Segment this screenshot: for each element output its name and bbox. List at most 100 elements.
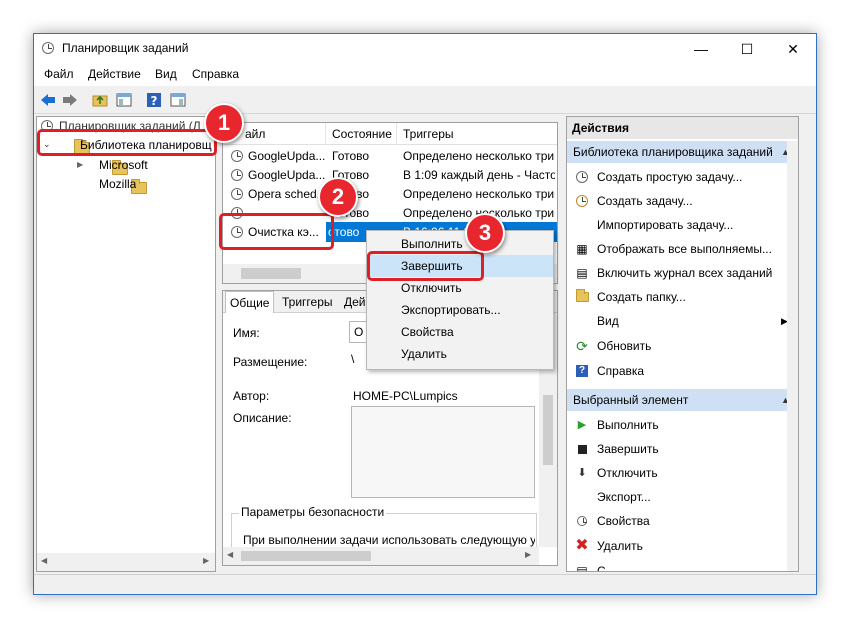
scroll-left-arrow-icon[interactable]: ◀ [227, 550, 233, 559]
svg-text:?: ? [151, 94, 158, 108]
task-clock-icon [231, 150, 243, 162]
name-label: Имя: [233, 326, 260, 340]
disable-arrow-icon: ⬇ [577, 467, 587, 479]
stop-icon [575, 442, 589, 456]
section-library-header[interactable]: Библиотека планировщика заданий ▲ [567, 141, 798, 163]
column-divider [396, 123, 397, 145]
action-more[interactable]: ▤ С [567, 559, 797, 572]
task-clock-icon [231, 169, 243, 181]
more-icon: ▤ [576, 564, 588, 572]
action-enable-history[interactable]: ▤ Включить журнал всех заданий [567, 261, 797, 285]
action-delete[interactable]: ✖ Удалить [567, 534, 797, 558]
author-value: HOME-PC\Lumpics [353, 389, 458, 403]
security-text: При выполнении задачи использовать следу… [243, 533, 535, 547]
scroll-right-arrow-icon[interactable]: ▶ [525, 550, 531, 559]
action-view[interactable]: Вид ▶ [567, 309, 797, 333]
task-scheduler-window: Планировщик заданий — ☐ ✕ Файл Действие … [33, 33, 817, 595]
table-row[interactable]: GoogleUpda... Готово В 1:09 каждый день … [223, 165, 557, 185]
running-tasks-icon: ▦ [576, 242, 588, 256]
action-help[interactable]: ? Справка [567, 359, 797, 383]
table-row[interactable]: GoogleUpda... Готово Определено нескольк… [223, 146, 557, 166]
action-end[interactable]: Завершить [567, 437, 797, 461]
menu-help[interactable]: Справка [192, 67, 239, 81]
tree-horizontal-scrollbar[interactable]: ◀ ▶ [37, 553, 215, 571]
delete-x-icon: ✖ [575, 537, 589, 554]
action-create-task[interactable]: Создать задачу... [567, 189, 797, 213]
author-label: Автор: [233, 389, 270, 403]
scroll-thumb[interactable] [241, 268, 301, 279]
action-display-running[interactable]: ▦ Отображать все выполняемы... [567, 237, 797, 261]
action-export[interactable]: Экспорт... [567, 485, 797, 509]
highlight-end [367, 251, 484, 281]
history-log-icon: ▤ [576, 266, 588, 280]
create-task-icon [575, 194, 589, 208]
section-selected-header[interactable]: Выбранный элемент ▲ [567, 389, 798, 411]
help-icon[interactable]: ? [144, 90, 164, 110]
task-clock-icon [231, 188, 243, 200]
context-item-properties[interactable]: Свойства [367, 321, 553, 343]
show-actions-pane-icon[interactable] [168, 90, 188, 110]
description-label: Описание: [233, 411, 292, 425]
scroll-left-arrow-icon[interactable]: ◀ [41, 556, 47, 565]
tab-triggers[interactable]: Триггеры [278, 291, 337, 313]
help-icon: ? [575, 364, 589, 378]
tree-collapse-arrow-icon[interactable]: ▶ [77, 160, 83, 169]
highlight-task [219, 213, 334, 250]
menu-view[interactable]: Вид [155, 67, 177, 81]
section-selected-title: Выбранный элемент [573, 393, 689, 407]
new-folder-icon [575, 289, 589, 304]
action-run[interactable]: ▶ Выполнить [567, 413, 797, 437]
task-trigger: В 1:09 каждый день - Частот [403, 168, 555, 182]
context-item-delete[interactable]: Удалить [367, 343, 553, 365]
create-basic-task-icon [575, 170, 589, 184]
up-folder-icon[interactable] [90, 90, 110, 110]
action-properties[interactable]: Свойства [567, 509, 797, 533]
column-header-name[interactable]: айл [245, 127, 265, 141]
menu-action[interactable]: Действие [88, 67, 141, 81]
maximize-button[interactable]: ☐ [724, 34, 770, 64]
close-button[interactable]: ✕ [770, 34, 816, 64]
forward-arrow-icon[interactable] [60, 90, 80, 110]
show-hide-tree-icon[interactable] [114, 90, 134, 110]
scroll-right-arrow-icon[interactable]: ▶ [203, 556, 209, 565]
section-library-title: Библиотека планировщика заданий [573, 145, 773, 159]
menu-file[interactable]: Файл [44, 67, 74, 81]
back-arrow-icon[interactable] [38, 90, 58, 110]
actions-scrollbar[interactable] [787, 141, 798, 571]
tree-child-mozilla[interactable]: Mozilla [99, 177, 136, 191]
actions-title: Действия [567, 117, 798, 139]
tree-child-microsoft[interactable]: Microsoft [99, 158, 148, 172]
scroll-thumb[interactable] [241, 551, 371, 561]
task-name: GoogleUpda... [248, 149, 326, 163]
menu-bar: Файл Действие Вид Справка [34, 64, 816, 86]
task-status: Готово [332, 149, 370, 163]
highlight-library [37, 129, 217, 156]
context-item-export[interactable]: Экспортировать... [367, 299, 553, 321]
scroll-thumb[interactable] [543, 395, 553, 465]
security-title: Параметры безопасности [239, 505, 387, 519]
column-divider [325, 123, 326, 145]
scheduler-clock-icon [42, 42, 54, 54]
action-refresh[interactable]: ⟳ Обновить [567, 334, 797, 358]
column-header-status[interactable]: Состояние [332, 127, 392, 141]
tree-pane: Планировщик заданий (Л ⌄ Библиотека план… [36, 116, 216, 572]
properties-clock-icon [575, 514, 589, 528]
column-header-triggers[interactable]: Триггеры [403, 127, 454, 141]
refresh-icon: ⟳ [576, 338, 588, 354]
action-disable[interactable]: ⬇ Отключить [567, 461, 797, 485]
status-bar [34, 574, 816, 594]
action-import-task[interactable]: Импортировать задачу... [567, 213, 797, 237]
table-row[interactable]: Opera sched... Готово Определено несколь… [223, 184, 557, 204]
tab-general[interactable]: Общие [225, 291, 275, 313]
details-horizontal-scrollbar[interactable]: ◀ ▶ [223, 547, 539, 565]
minimize-button[interactable]: — [678, 34, 724, 64]
step-badge-2: 2 [318, 177, 358, 217]
action-create-basic-task[interactable]: Создать простую задачу... [567, 165, 797, 189]
description-field[interactable] [351, 406, 535, 498]
task-trigger: Определено несколько триг [403, 187, 555, 201]
location-label: Размещение: [233, 355, 308, 369]
run-icon: ▶ [577, 419, 587, 431]
location-value: \ [351, 352, 355, 366]
window-title: Планировщик заданий [62, 41, 189, 55]
action-new-folder[interactable]: Создать папку... [567, 285, 797, 309]
